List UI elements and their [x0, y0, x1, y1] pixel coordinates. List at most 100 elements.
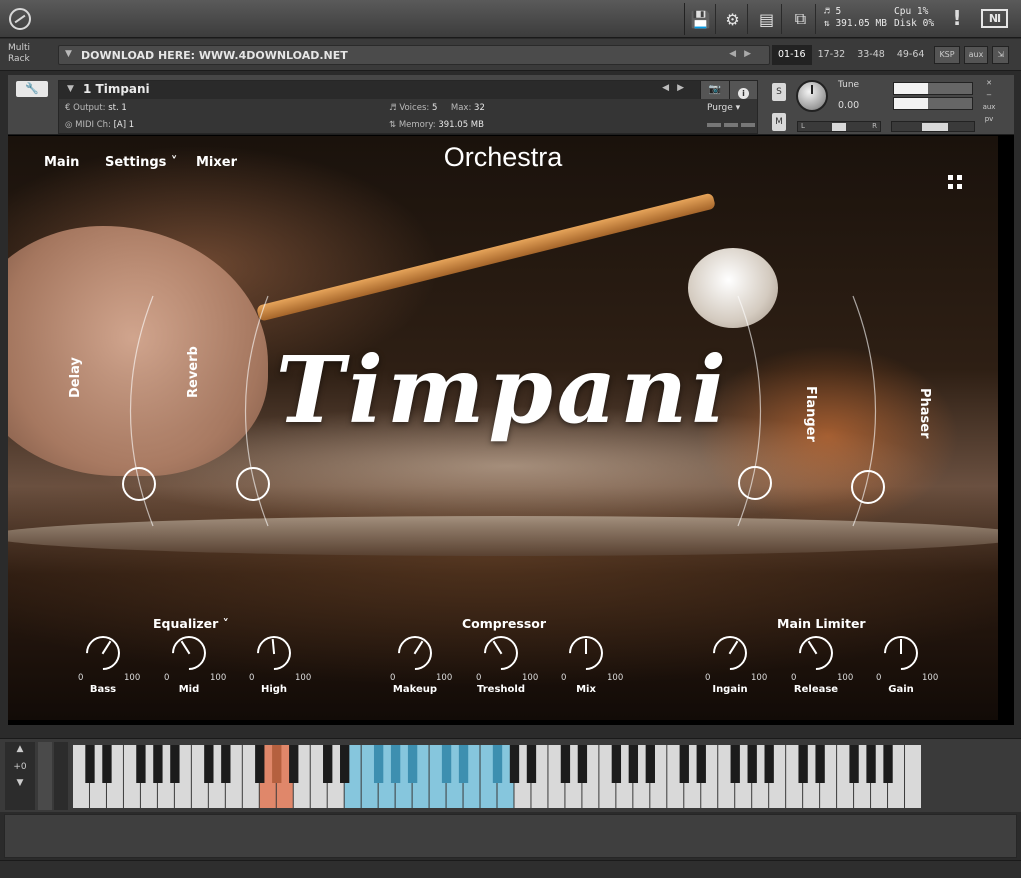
pv-toggle[interactable]: pv — [982, 113, 996, 125]
black-key[interactable] — [747, 745, 757, 783]
octave-shift-control[interactable]: ▲ +0 ▼ — [5, 742, 35, 810]
rack-page-tab-1[interactable]: 01-16 — [772, 45, 812, 65]
black-key[interactable] — [849, 745, 859, 783]
pan-handle[interactable] — [832, 123, 846, 131]
gear-icon[interactable]: ⚙ — [718, 4, 748, 34]
wrench-icon[interactable]: 🔧 — [16, 81, 48, 97]
view-layout-icon[interactable]: ▤ — [752, 4, 782, 34]
volume-slider[interactable] — [891, 121, 975, 132]
output-field[interactable]: € Output: st. 1 — [65, 103, 127, 113]
grid-menu-icon[interactable] — [948, 175, 962, 189]
black-key[interactable] — [390, 745, 401, 783]
treshold-knob[interactable] — [476, 628, 526, 678]
rack-page-tab-3[interactable]: 33-48 — [851, 45, 891, 65]
tune-knob[interactable] — [796, 80, 828, 112]
window-resize-icon[interactable]: ⧉ — [786, 4, 816, 34]
black-key[interactable] — [153, 745, 163, 783]
black-key[interactable] — [696, 745, 706, 783]
save-icon[interactable]: 💾 — [686, 4, 716, 34]
equalizer-title[interactable]: Equalizer ˅ — [153, 616, 229, 631]
instrument-name[interactable]: 1 Timpani — [83, 82, 150, 96]
info-icon[interactable]: i — [729, 81, 757, 99]
high-knob[interactable] — [249, 628, 299, 678]
black-key[interactable] — [136, 745, 146, 783]
midi-channel-field[interactable]: ◎ MIDI Ch: [A] 1 — [65, 120, 134, 130]
aux-toggle[interactable]: aux — [982, 101, 996, 113]
chevron-down-icon[interactable]: ▼ — [67, 84, 74, 94]
black-key[interactable] — [102, 745, 112, 783]
instrument-nav-arrows-icon[interactable]: ◀▶ — [662, 83, 692, 93]
pitch-wheel[interactable] — [38, 742, 52, 810]
black-key[interactable] — [577, 745, 588, 783]
white-key[interactable] — [905, 745, 921, 808]
voices-value: 5 — [431, 103, 438, 113]
preset-nav-arrows-icon[interactable]: ◀▶ — [729, 49, 759, 59]
ingain-knob[interactable] — [705, 628, 755, 678]
phaser-handle[interactable] — [851, 470, 885, 504]
black-key[interactable] — [458, 745, 469, 783]
camera-icon[interactable]: 📷 — [700, 81, 729, 99]
octave-up-icon[interactable]: ▲ — [5, 744, 35, 754]
chevron-down-icon[interactable]: ▼ — [65, 49, 72, 59]
pan-slider[interactable]: L R — [797, 121, 881, 132]
ksp-button[interactable]: KSP — [934, 46, 960, 64]
black-key[interactable] — [441, 745, 452, 783]
black-key[interactable] — [883, 745, 893, 783]
mid-knob[interactable] — [164, 628, 214, 678]
ni-logo[interactable]: NI — [981, 9, 1008, 28]
black-key[interactable] — [407, 745, 418, 783]
volume-handle[interactable] — [922, 123, 948, 131]
piano-keyboard[interactable] — [73, 745, 922, 808]
black-key[interactable] — [340, 745, 350, 783]
minimize-icon[interactable]: − — [982, 89, 996, 101]
black-key[interactable] — [815, 745, 825, 783]
octave-shift-value: +0 — [13, 762, 27, 772]
black-key[interactable] — [645, 745, 655, 783]
solo-button[interactable]: S — [772, 83, 786, 101]
black-key[interactable] — [289, 745, 299, 783]
black-key[interactable] — [764, 745, 774, 783]
bass-knob[interactable] — [78, 628, 128, 678]
black-key[interactable] — [560, 745, 571, 783]
black-key[interactable] — [730, 745, 740, 783]
black-key[interactable] — [255, 745, 265, 783]
fx-label-flanger: Flanger — [803, 386, 818, 442]
black-key[interactable] — [679, 745, 689, 783]
black-key[interactable] — [221, 745, 231, 783]
close-icon[interactable]: ✕ — [982, 77, 996, 89]
fx-label-phaser: Phaser — [917, 388, 932, 439]
makeup-knob[interactable] — [390, 628, 440, 678]
warning-icon[interactable]: ! — [950, 6, 964, 30]
black-key[interactable] — [323, 745, 333, 783]
black-key[interactable] — [170, 745, 180, 783]
black-key[interactable] — [492, 745, 503, 783]
max-voices-value[interactable]: 32 — [474, 103, 485, 113]
mod-wheel[interactable] — [54, 742, 68, 810]
multi-preset-selector[interactable]: ▼ DOWNLOAD HERE: WWW.4DOWNLOAD.NET ◀▶ — [58, 45, 770, 65]
gain-knob[interactable] — [876, 628, 926, 678]
aux-button[interactable]: aux — [963, 46, 989, 64]
black-key[interactable] — [866, 745, 876, 783]
black-key[interactable] — [204, 745, 214, 783]
black-key[interactable] — [526, 745, 537, 783]
black-key[interactable] — [628, 745, 639, 783]
black-key[interactable] — [85, 745, 95, 783]
black-key[interactable] — [272, 745, 282, 783]
collapse-icon[interactable]: ⇲ — [992, 46, 1010, 64]
black-key[interactable] — [611, 745, 622, 783]
black-key[interactable] — [373, 745, 384, 783]
mute-button[interactable]: M — [772, 113, 786, 131]
black-key[interactable] — [798, 745, 808, 783]
rack-page-tab-4[interactable]: 49-64 — [891, 45, 931, 65]
mix-knob[interactable] — [561, 628, 611, 678]
purge-menu[interactable]: Purge ▾ — [707, 103, 740, 113]
release-knob[interactable] — [791, 628, 841, 678]
flanger-handle[interactable] — [738, 466, 772, 500]
knob-label: Gain — [888, 684, 914, 695]
rack-page-tab-2[interactable]: 17-32 — [812, 45, 852, 65]
kontakt-logo-icon[interactable] — [9, 8, 31, 30]
octave-down-icon[interactable]: ▼ — [5, 778, 35, 788]
reverb-handle[interactable] — [236, 467, 270, 501]
black-key[interactable] — [509, 745, 520, 783]
delay-handle[interactable] — [122, 467, 156, 501]
